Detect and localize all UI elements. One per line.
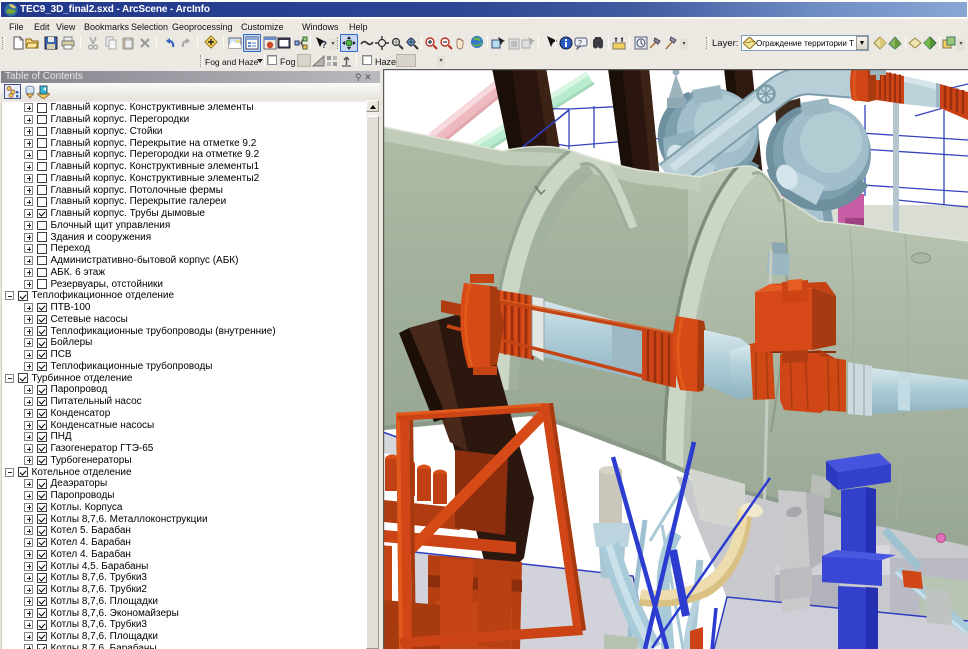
- svg-text:?: ?: [321, 40, 327, 50]
- svg-text:?: ?: [578, 40, 582, 47]
